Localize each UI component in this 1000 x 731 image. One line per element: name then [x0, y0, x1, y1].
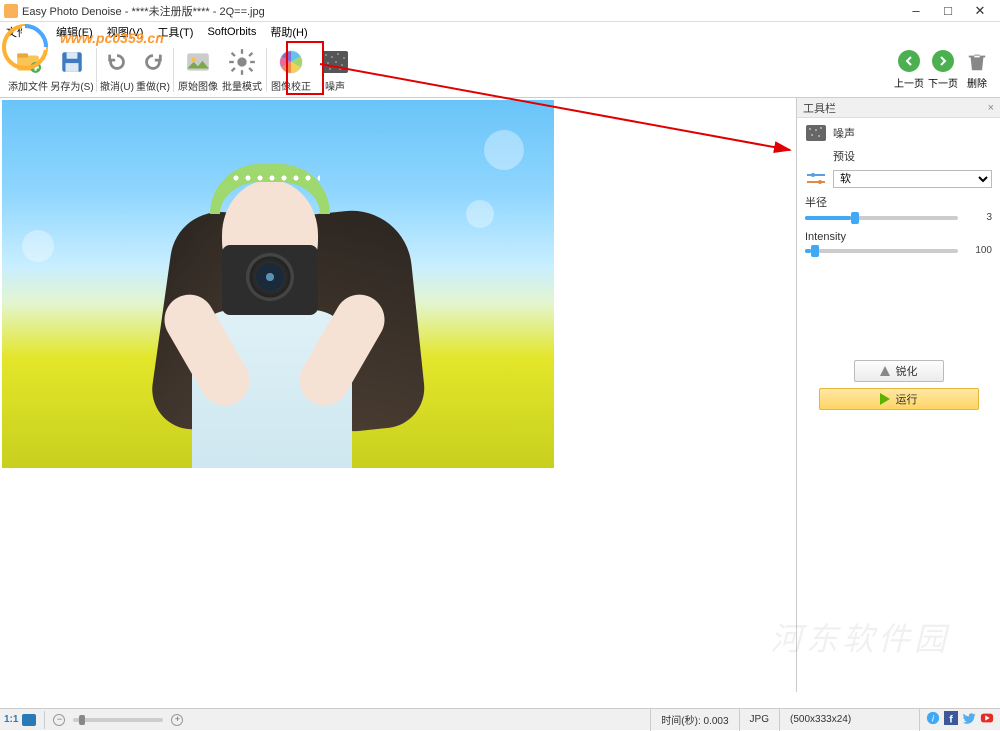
- toolbar-right: 上一页 下一页 删除: [892, 42, 994, 98]
- undo-button[interactable]: 撤消(U): [99, 45, 135, 95]
- batch-label: 批量模式: [222, 78, 262, 93]
- prev-arrow-icon: [898, 50, 920, 72]
- titlebar: Easy Photo Denoise - ****未注册版**** - 2Q==…: [0, 0, 1000, 22]
- dimensions-cell: (500x333x24): [779, 709, 919, 731]
- intensity-slider[interactable]: [805, 249, 958, 253]
- original-label: 原始图像: [178, 78, 218, 93]
- preview-image: [2, 100, 554, 468]
- toolbar: 添加文件 另存为(S) 撤消(U) 重做(R) 原始图像 批量模式: [0, 42, 1000, 98]
- tool-panel: 工具栏 × 噪声 预设 软 半径: [796, 98, 1000, 692]
- image-canvas[interactable]: [0, 98, 796, 692]
- panel-close-icon[interactable]: ×: [988, 102, 994, 114]
- app-icon: [4, 4, 18, 18]
- twitter-icon[interactable]: [960, 711, 978, 728]
- correction-label: 图像校正: [271, 78, 311, 93]
- next-page-button[interactable]: 下一页: [926, 45, 960, 95]
- fit-screen-icon[interactable]: [22, 714, 36, 726]
- panel-title: 工具栏: [803, 100, 836, 116]
- redo-label: 重做(R): [136, 78, 170, 93]
- window-title: Easy Photo Denoise - ****未注册版**** - 2Q==…: [22, 3, 900, 19]
- radius-value: 3: [962, 212, 992, 223]
- save-as-label: 另存为(S): [50, 78, 93, 93]
- separator: [96, 48, 97, 92]
- separator: [173, 48, 174, 92]
- close-button[interactable]: ✕: [964, 1, 996, 21]
- run-button[interactable]: 运行: [819, 388, 979, 410]
- watermark-name: 河东软件园: [770, 614, 950, 660]
- preset-label: 预设: [833, 148, 855, 164]
- undo-label: 撤消(U): [100, 78, 134, 93]
- next-arrow-icon: [932, 50, 954, 72]
- delete-button[interactable]: 删除: [960, 45, 994, 95]
- prev-label: 上一页: [894, 75, 924, 90]
- format-cell: JPG: [739, 709, 779, 731]
- preset-select[interactable]: 软: [833, 170, 992, 188]
- separator: [266, 48, 267, 92]
- facebook-icon[interactable]: f: [942, 711, 960, 728]
- noise-label: 噪声: [325, 78, 345, 93]
- run-arrow-icon: [880, 393, 890, 405]
- zoom-ratio[interactable]: 1:1: [4, 714, 18, 725]
- statusbar: 1:1 − + 时间(秒): 0.003 JPG (500x333x24) i …: [0, 708, 1000, 730]
- next-label: 下一页: [928, 75, 958, 90]
- redo-button[interactable]: 重做(R): [135, 45, 171, 95]
- svg-text:f: f: [949, 713, 953, 725]
- save-icon: [57, 47, 87, 77]
- original-image-button[interactable]: 原始图像: [176, 45, 220, 95]
- gear-icon: [227, 47, 257, 77]
- undo-icon: [102, 47, 132, 77]
- run-label: 运行: [896, 391, 918, 407]
- zoom-out-button[interactable]: −: [53, 714, 65, 726]
- sharpen-label: 锐化: [896, 363, 918, 379]
- batch-mode-button[interactable]: 批量模式: [220, 45, 264, 95]
- maximize-button[interactable]: □: [932, 1, 964, 21]
- time-cell: 时间(秒): 0.003: [650, 709, 738, 731]
- info-icon[interactable]: i: [924, 711, 942, 728]
- sharpen-button[interactable]: 锐化: [854, 360, 944, 382]
- noise-button[interactable]: 噪声: [313, 45, 357, 95]
- add-file-label: 添加文件: [8, 78, 48, 93]
- image-correction-button[interactable]: 图像校正: [269, 45, 313, 95]
- noise-icon: [320, 47, 350, 77]
- redo-icon: [138, 47, 168, 77]
- zoom-in-button[interactable]: +: [171, 714, 183, 726]
- menu-help[interactable]: 帮助(H): [268, 24, 309, 40]
- color-wheel-icon: [276, 47, 306, 77]
- panel-header: 工具栏 ×: [797, 98, 1000, 118]
- image-icon: [183, 47, 213, 77]
- radius-slider[interactable]: [805, 216, 958, 220]
- sliders-icon: [805, 170, 827, 188]
- pencil-icon: [880, 366, 890, 376]
- youtube-icon[interactable]: [978, 711, 996, 728]
- intensity-label: Intensity: [805, 231, 992, 243]
- menu-softorbits[interactable]: SoftOrbits: [205, 26, 258, 38]
- delete-label: 删除: [967, 75, 987, 90]
- zoom-slider[interactable]: [73, 718, 163, 722]
- save-as-button[interactable]: 另存为(S): [50, 45, 94, 95]
- prev-page-button[interactable]: 上一页: [892, 45, 926, 95]
- radius-label: 半径: [805, 194, 992, 210]
- noise-section-label: 噪声: [833, 125, 855, 141]
- intensity-value: 100: [962, 245, 992, 256]
- watermark-url: www.pc0359.cn: [60, 30, 164, 46]
- content-area: 工具栏 × 噪声 预设 软 半径: [0, 98, 1000, 692]
- minimize-button[interactable]: –: [900, 1, 932, 21]
- trash-icon: [966, 50, 988, 74]
- noise-small-icon: [805, 124, 827, 142]
